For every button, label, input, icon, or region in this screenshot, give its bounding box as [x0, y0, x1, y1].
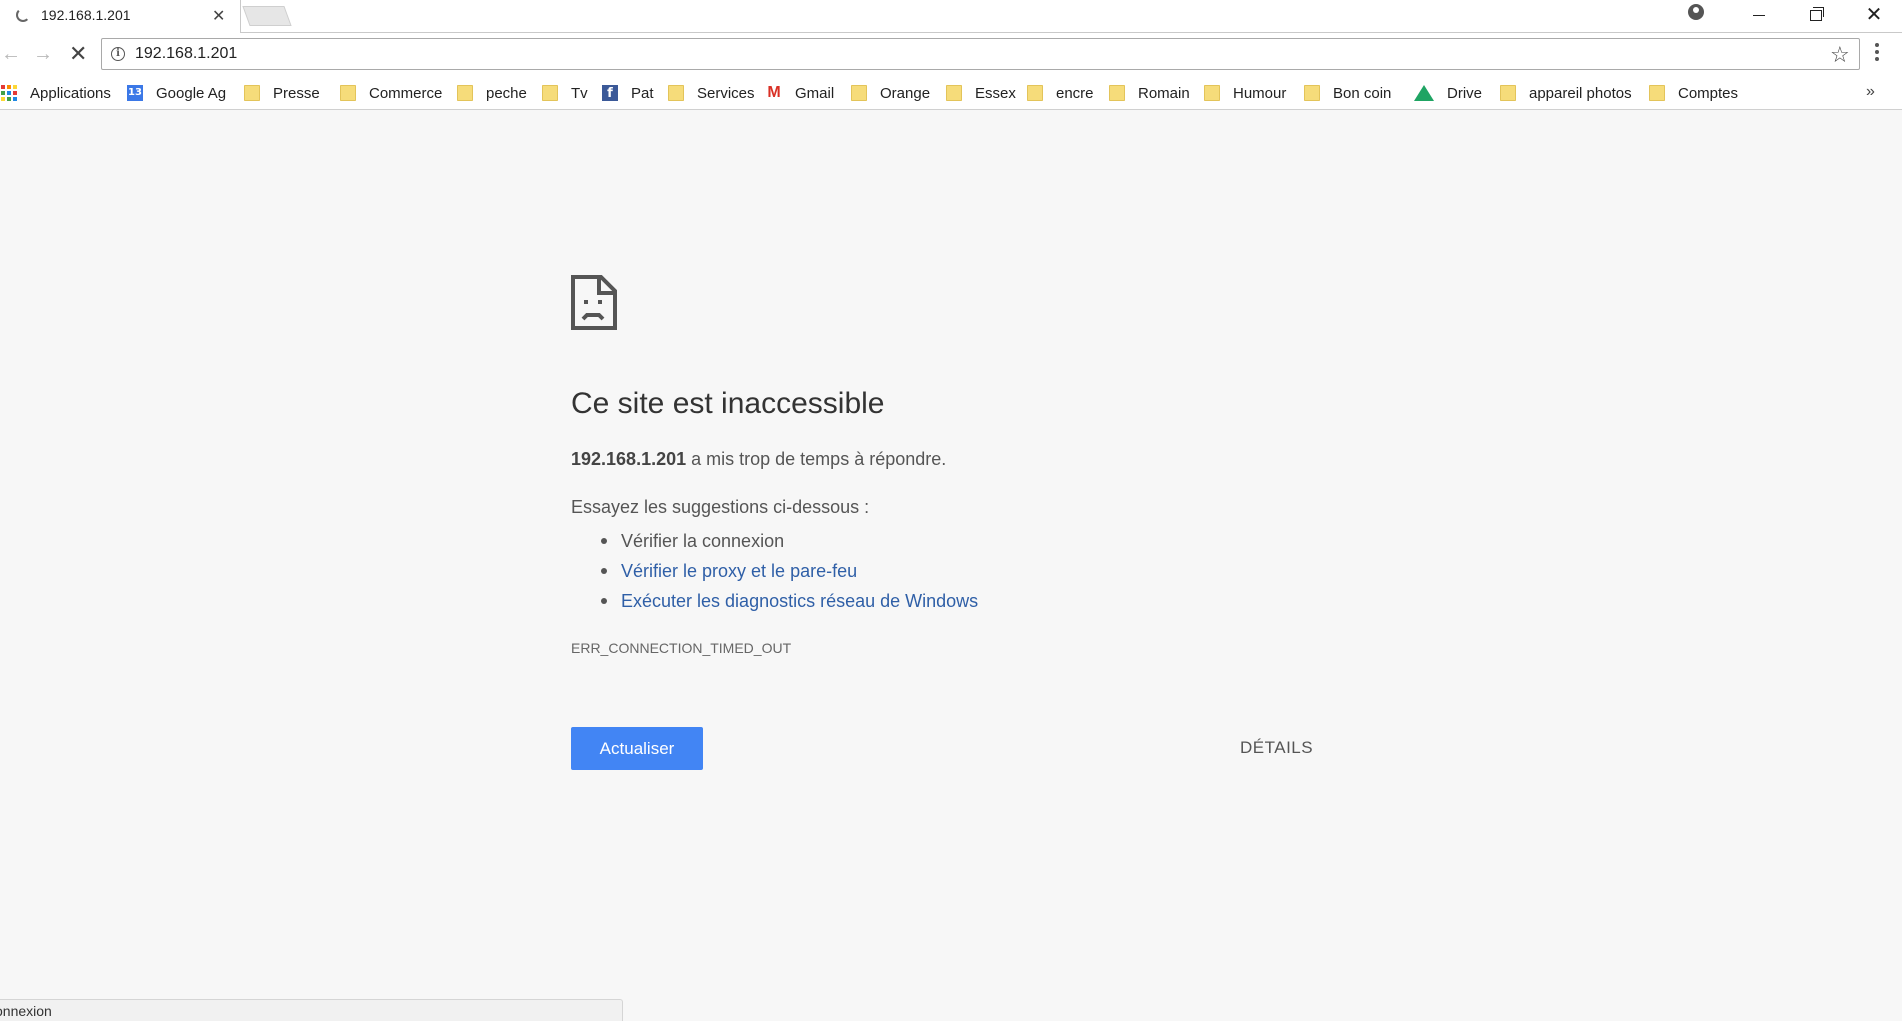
bookmark-folder-appareil-photos[interactable]: appareil photos	[1500, 83, 1632, 103]
new-tab-button[interactable]	[242, 6, 292, 26]
bookmark-label: Comptes	[1678, 84, 1739, 102]
bookmark-label: Pat	[631, 84, 654, 102]
restore-button[interactable]	[1788, 0, 1844, 30]
bookmark-folder-comptes[interactable]: Comptes	[1649, 83, 1738, 103]
stop-loading-button[interactable]: ✕	[69, 41, 87, 67]
suggestions-intro: Essayez les suggestions ci-dessous :	[571, 497, 870, 517]
profile-icon[interactable]	[1688, 4, 1704, 20]
status-bubble: onnexion	[0, 999, 623, 1021]
bookmark-label: Romain	[1138, 84, 1190, 102]
details-button[interactable]: DÉTAILS	[1240, 738, 1313, 758]
folder-icon	[668, 85, 684, 101]
url-text[interactable]: 192.168.1.201	[135, 45, 237, 63]
suggestion-run-diagnostics-link[interactable]: Exécuter les diagnostics réseau de Windo…	[571, 586, 978, 616]
bookmark-folder-orange[interactable]: Orange	[851, 83, 930, 103]
bookmark-folder-essex[interactable]: Essex	[946, 83, 1016, 103]
forward-button[interactable]: →	[33, 43, 53, 66]
error-code: ERR_CONNECTION_TIMED_OUT	[571, 640, 792, 656]
folder-icon	[340, 85, 356, 101]
folder-icon	[1649, 85, 1665, 101]
status-text: onnexion	[0, 1003, 52, 1019]
error-title: Ce site est inaccessible	[571, 387, 885, 420]
folder-icon	[1204, 85, 1220, 101]
menu-dot	[1875, 50, 1879, 54]
folder-icon	[851, 85, 867, 101]
close-window-button[interactable]: ✕	[1846, 0, 1902, 30]
toolbar: ← → ✕ i 192.168.1.201 ☆	[0, 33, 1902, 77]
bookmark-label: Essex	[975, 84, 1016, 102]
bookmark-gmail[interactable]: M Gmail	[766, 83, 834, 103]
folder-icon	[1109, 85, 1125, 101]
bookmark-label: Presse	[273, 84, 320, 102]
error-description-text: a mis trop de temps à répondre.	[686, 449, 947, 469]
bookmark-label: Services	[697, 84, 755, 102]
bookmark-label: Google Ag	[156, 84, 227, 102]
bookmark-google-agenda[interactable]: 13 Google Ag	[127, 83, 226, 103]
close-icon: ✕	[1865, 4, 1883, 26]
suggestion-check-proxy-link[interactable]: Vérifier le proxy et le pare-feu	[571, 556, 978, 586]
folder-icon	[1027, 85, 1043, 101]
error-page: Ce site est inaccessible 192.168.1.201 a…	[0, 111, 1902, 1021]
error-host: 192.168.1.201	[571, 449, 687, 469]
menu-dot	[1875, 43, 1879, 47]
folder-icon	[244, 85, 260, 101]
bookmark-folder-tv[interactable]: Tv	[542, 83, 588, 103]
bookmark-star-icon[interactable]: ☆	[1830, 42, 1850, 68]
tab-strip: 192.168.1.201 ✕ ✕	[0, 0, 1902, 33]
bookmark-label: Bon coin	[1333, 84, 1392, 102]
bookmark-label: appareil photos	[1529, 84, 1632, 102]
calendar-icon: 13	[127, 85, 143, 101]
more-bookmarks-icon[interactable]: »	[1866, 83, 1875, 101]
tab-close-icon[interactable]: ✕	[212, 6, 225, 26]
bookmark-folder-peche[interactable]: peche	[457, 83, 527, 103]
bookmark-label: Gmail	[795, 84, 835, 102]
gmail-icon: M	[767, 84, 781, 101]
bookmark-label: peche	[486, 84, 527, 102]
loading-spinner-icon	[16, 8, 30, 22]
bookmark-label: Tv	[571, 84, 588, 102]
bookmark-folder-bon-coin[interactable]: Bon coin	[1304, 83, 1391, 103]
bookmark-label: Drive	[1447, 84, 1483, 102]
bookmark-folder-humour[interactable]: Humour	[1204, 83, 1286, 103]
bookmark-folder-commerce[interactable]: Commerce	[340, 83, 442, 103]
drive-icon	[1414, 85, 1434, 101]
error-description: 192.168.1.201 a mis trop de temps à répo…	[571, 449, 946, 470]
bookmark-pat[interactable]: f Pat	[602, 83, 654, 103]
apps-icon	[1, 85, 17, 101]
minimize-icon	[1753, 14, 1765, 16]
browser-menu-button[interactable]	[1875, 43, 1879, 64]
bookmark-folder-presse[interactable]: Presse	[244, 83, 320, 103]
bookmark-label: Humour	[1233, 84, 1287, 102]
folder-icon	[1500, 85, 1516, 101]
bookmark-folder-encre[interactable]: encre	[1027, 83, 1094, 103]
bookmark-folder-services[interactable]: Services	[668, 83, 755, 103]
bookmark-drive[interactable]: Drive	[1414, 83, 1482, 103]
site-info-icon[interactable]: i	[111, 47, 125, 61]
suggestion-check-connection: Vérifier la connexion	[571, 526, 978, 556]
tab-title: 192.168.1.201	[41, 7, 131, 23]
restore-icon	[1810, 6, 1824, 21]
tab-active[interactable]: 192.168.1.201 ✕	[0, 0, 241, 33]
folder-icon	[457, 85, 473, 101]
facebook-icon: f	[602, 85, 618, 101]
bookmark-applications[interactable]: Applications	[1, 83, 111, 103]
minimize-button[interactable]	[1731, 0, 1787, 30]
sad-document-icon	[571, 275, 617, 330]
reload-button[interactable]: Actualiser	[571, 727, 703, 770]
bookmark-label: Applications	[30, 84, 111, 102]
bookmarks-bar: Applications 13 Google Ag Presse Commerc…	[0, 77, 1902, 110]
folder-icon	[542, 85, 558, 101]
folder-icon	[946, 85, 962, 101]
bookmark-label: Orange	[880, 84, 931, 102]
suggestions-list: Vérifier la connexion Vérifier le proxy …	[571, 526, 978, 616]
bookmark-label: Commerce	[369, 84, 443, 102]
address-bar[interactable]: i 192.168.1.201 ☆	[101, 38, 1860, 70]
bookmark-label: encre	[1056, 84, 1094, 102]
folder-icon	[1304, 85, 1320, 101]
bookmark-folder-romain[interactable]: Romain	[1109, 83, 1190, 103]
back-button[interactable]: ←	[1, 43, 21, 66]
menu-dot	[1875, 57, 1879, 61]
